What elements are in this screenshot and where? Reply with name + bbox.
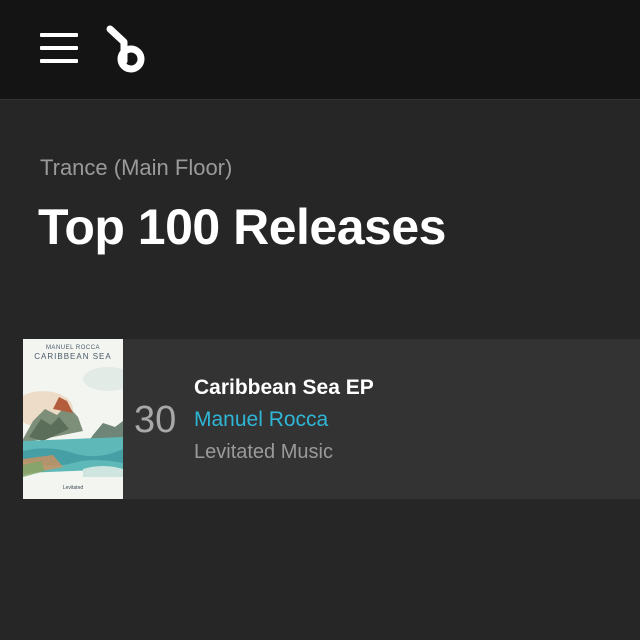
page-title: Top 100 Releases: [38, 199, 446, 255]
artwork-label-text: Levitated: [62, 485, 84, 491]
release-rank: 30: [134, 399, 177, 441]
release-title-link[interactable]: Caribbean Sea EP: [194, 376, 374, 400]
release-label-link[interactable]: Levitated Music: [194, 441, 333, 464]
beatport-logo-icon[interactable]: [104, 25, 148, 75]
release-artist-link[interactable]: Manuel Rocca: [194, 408, 328, 432]
top-header: [0, 0, 640, 100]
genre-breadcrumb[interactable]: Trance (Main Floor): [40, 155, 232, 181]
artwork-painting: [23, 339, 123, 499]
release-artwork[interactable]: MANUEL ROCCA CARIBBEAN SEA Levitated: [23, 339, 123, 499]
hamburger-menu-icon[interactable]: [40, 33, 78, 65]
release-card[interactable]: MANUEL ROCCA CARIBBEAN SEA Levitated 30 …: [23, 339, 640, 499]
artwork-title-text: MANUEL ROCCA CARIBBEAN SEA: [34, 345, 112, 361]
